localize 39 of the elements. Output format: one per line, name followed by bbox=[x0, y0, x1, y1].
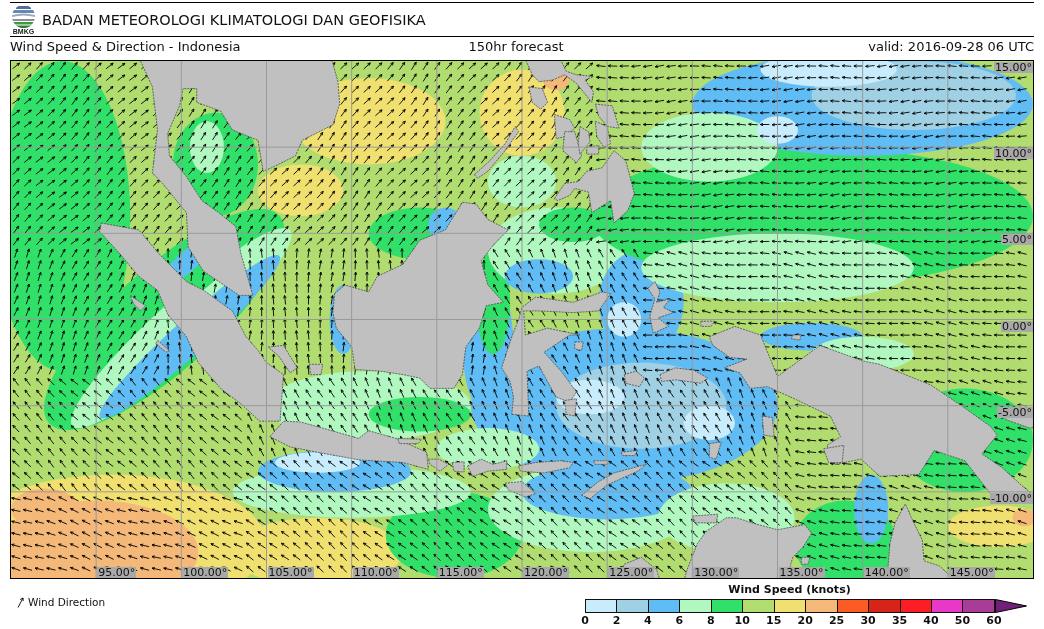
scale-title: Wind Speed (knots) bbox=[728, 583, 851, 596]
longitude-label: 105.00° bbox=[267, 567, 314, 578]
latitude-label: 10.00° bbox=[994, 148, 1033, 160]
scale-tick-label: 50 bbox=[954, 615, 971, 627]
scale-tick-label: 35 bbox=[891, 615, 908, 627]
forecast-label: 150hr forecast bbox=[468, 39, 564, 56]
scale-tick-label: 2 bbox=[612, 615, 621, 627]
latitude-label: 5.00° bbox=[1001, 234, 1033, 246]
longitude-label: 100.00° bbox=[182, 567, 229, 578]
latitude-label: 0.00° bbox=[1001, 320, 1033, 332]
longitude-label: 125.00° bbox=[608, 567, 655, 578]
product-title: Wind Speed & Direction - Indonesia bbox=[10, 39, 241, 56]
scale-tick-label: 6 bbox=[675, 615, 684, 627]
scale-tick-label: 15 bbox=[766, 615, 782, 627]
longitude-label: 130.00° bbox=[693, 567, 740, 578]
logo-icon bbox=[12, 4, 35, 28]
longitude-label: 95.00° bbox=[97, 567, 137, 578]
agency-name: BADAN METEOROLOGI KLIMATOLOGI DAN GEOFISIKA bbox=[42, 10, 426, 29]
latitude-label: -5.00° bbox=[997, 406, 1033, 418]
scale-tick-label: 20 bbox=[797, 615, 813, 627]
scale-tick-label: 0 bbox=[581, 615, 589, 627]
longitude-label: 135.00° bbox=[778, 567, 825, 578]
scale-tick-label: 30 bbox=[860, 615, 876, 627]
longitude-label: 145.00° bbox=[948, 567, 995, 578]
latitude-label: -10.00° bbox=[990, 492, 1033, 504]
wind-arrow-icon bbox=[17, 596, 24, 608]
scale-tick-label: 10 bbox=[734, 615, 750, 627]
scale-tick-label: 60 bbox=[986, 615, 1002, 627]
latitude-label: 15.00° bbox=[994, 62, 1033, 73]
wind-direction-label: Wind Direction bbox=[28, 596, 106, 608]
scale-tick-label: 25 bbox=[828, 615, 845, 627]
longitude-label: 115.00° bbox=[437, 567, 484, 578]
scale-tick-label: 8 bbox=[707, 615, 715, 627]
longitude-label: 140.00° bbox=[863, 567, 910, 578]
longitude-label: 110.00° bbox=[352, 567, 399, 578]
longitude-label: 120.00° bbox=[523, 567, 569, 578]
scale-tick-label: 40 bbox=[923, 615, 939, 627]
valid-time: valid: 2016-09-28 06 UTC bbox=[868, 39, 1034, 56]
scale-tick-label: 4 bbox=[644, 615, 652, 627]
